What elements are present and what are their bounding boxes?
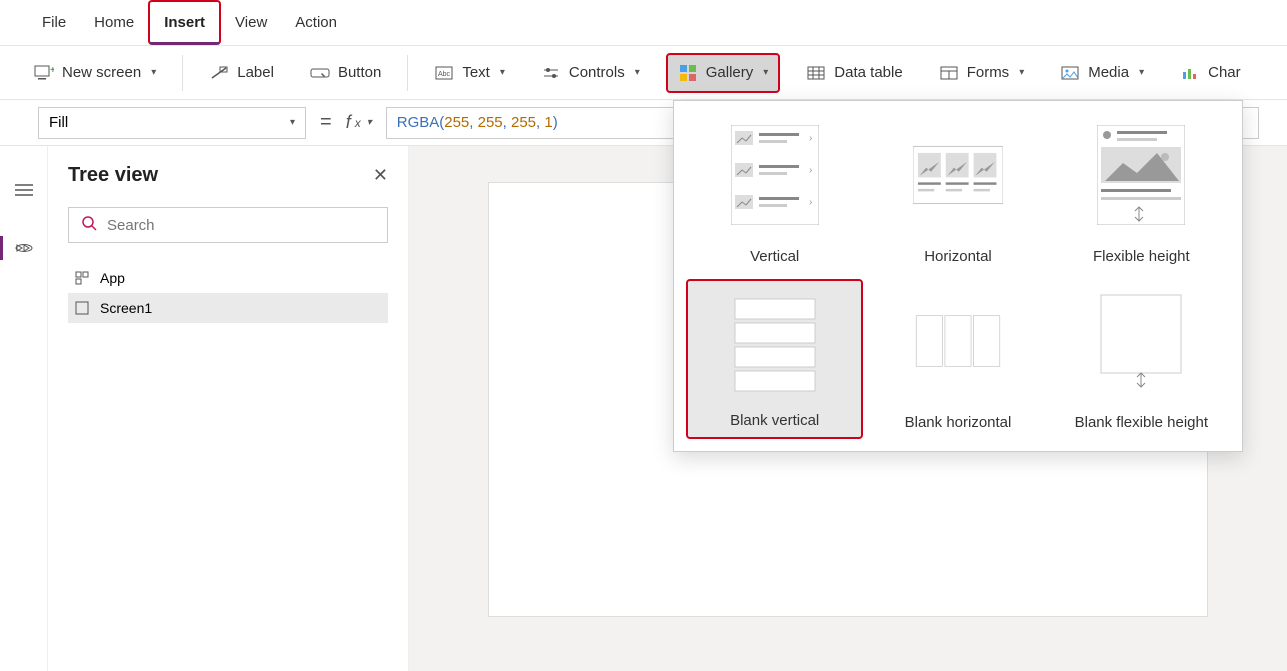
gallery-option-vertical[interactable]: › › › Vertical xyxy=(686,113,863,273)
button-icon xyxy=(310,63,330,83)
data-table-button[interactable]: Data table xyxy=(796,53,912,93)
gallery-option-label: Blank horizontal xyxy=(905,414,1012,431)
chevron-down-icon: ▾ xyxy=(151,67,156,78)
text-label: Text xyxy=(462,64,490,81)
svg-text:›: › xyxy=(809,133,812,144)
tree-item-label: App xyxy=(100,270,125,286)
search-box[interactable] xyxy=(68,207,388,243)
button-label: Button xyxy=(338,64,381,81)
data-table-icon xyxy=(806,63,826,83)
gallery-option-label: Flexible height xyxy=(1093,248,1190,265)
chevron-down-icon: ▾ xyxy=(1139,67,1144,78)
gallery-option-label: Blank flexible height xyxy=(1075,414,1208,431)
gallery-option-blank-flexible-height[interactable]: Blank flexible height xyxy=(1053,279,1230,439)
hamburger-icon[interactable] xyxy=(8,174,40,206)
thumbnail-blank-vertical xyxy=(730,293,820,393)
gallery-icon xyxy=(678,63,698,83)
text-button[interactable]: Abc Text ▾ xyxy=(424,53,515,93)
tree-view-title: Tree view xyxy=(68,164,158,187)
media-label: Media xyxy=(1088,64,1129,81)
chevron-down-icon: ▾ xyxy=(763,67,768,78)
svg-text:Abc: Abc xyxy=(438,71,451,78)
menu-view[interactable]: View xyxy=(221,0,281,45)
menu-home[interactable]: Home xyxy=(80,0,148,45)
chevron-down-icon: ▾ xyxy=(290,117,295,128)
separator xyxy=(407,55,408,91)
chevron-down-icon: ▾ xyxy=(1019,67,1024,78)
thumbnail-blank-flexible xyxy=(1096,291,1186,391)
gallery-option-label: Blank vertical xyxy=(730,412,819,429)
tree-view-icon[interactable] xyxy=(8,232,40,264)
chevron-down-icon: ▾ xyxy=(635,67,640,78)
forms-icon xyxy=(939,63,959,83)
tree-item-screen1[interactable]: Screen1 xyxy=(68,293,388,323)
equals-sign: = xyxy=(320,111,332,134)
label-label: Label xyxy=(237,64,274,81)
tree-item-app[interactable]: App xyxy=(68,263,388,293)
chevron-down-icon: ▾ xyxy=(367,117,372,128)
gallery-option-label: Vertical xyxy=(750,248,799,265)
menu-insert[interactable]: Insert xyxy=(148,0,221,45)
gallery-option-horizontal[interactable]: Horizontal xyxy=(869,113,1046,273)
chevron-down-icon: ▾ xyxy=(500,67,505,78)
data-table-label: Data table xyxy=(834,64,902,81)
search-icon xyxy=(81,215,97,236)
button-button[interactable]: Button xyxy=(300,53,391,93)
gallery-dropdown: › › › Vertical Horizontal xyxy=(673,100,1243,452)
charts-label: Char xyxy=(1208,64,1241,81)
screen-icon xyxy=(74,300,90,316)
svg-text:›: › xyxy=(809,165,812,176)
media-icon xyxy=(1060,63,1080,83)
gallery-button[interactable]: Gallery ▾ xyxy=(666,53,781,93)
new-screen-button[interactable]: + New screen ▾ xyxy=(24,53,166,93)
tree-view-panel: Tree view ✕ App Screen1 xyxy=(48,146,409,671)
new-screen-label: New screen xyxy=(62,64,141,81)
media-button[interactable]: Media ▾ xyxy=(1050,53,1154,93)
gallery-label: Gallery xyxy=(706,64,754,81)
tree-item-label: Screen1 xyxy=(100,300,152,316)
controls-label: Controls xyxy=(569,64,625,81)
gallery-option-flexible-height[interactable]: Flexible height xyxy=(1053,113,1230,273)
close-icon[interactable]: ✕ xyxy=(373,165,388,186)
gallery-option-blank-vertical[interactable]: Blank vertical xyxy=(686,279,863,439)
property-name: Fill xyxy=(49,114,68,131)
forms-button[interactable]: Forms ▾ xyxy=(929,53,1035,93)
thumbnail-horizontal xyxy=(913,125,1003,225)
svg-text:›: › xyxy=(809,197,812,208)
gallery-option-label: Horizontal xyxy=(924,248,992,265)
forms-label: Forms xyxy=(967,64,1010,81)
controls-icon xyxy=(541,63,561,83)
formula-function: RGBA xyxy=(397,114,440,131)
ribbon-toolbar: + New screen ▾ Label Button Abc Text ▾ C… xyxy=(0,46,1287,100)
search-input[interactable] xyxy=(107,217,375,234)
menu-action[interactable]: Action xyxy=(281,0,351,45)
thumbnail-vertical: › › › xyxy=(730,125,820,225)
property-selector[interactable]: Fill ▾ xyxy=(38,107,306,139)
label-button[interactable]: Label xyxy=(199,53,284,93)
controls-button[interactable]: Controls ▾ xyxy=(531,53,650,93)
menu-bar: File Home Insert View Action xyxy=(0,0,1287,46)
separator xyxy=(182,55,183,91)
new-screen-icon: + xyxy=(34,63,54,83)
charts-button[interactable]: Char xyxy=(1170,53,1251,93)
label-icon xyxy=(209,63,229,83)
text-icon: Abc xyxy=(434,63,454,83)
gallery-option-blank-horizontal[interactable]: Blank horizontal xyxy=(869,279,1046,439)
svg-text:+: + xyxy=(50,65,54,76)
menu-file[interactable]: File xyxy=(28,0,80,45)
left-rail xyxy=(0,146,48,671)
charts-icon xyxy=(1180,63,1200,83)
fx-button[interactable]: fx ▾ xyxy=(346,112,372,133)
app-icon xyxy=(74,270,90,286)
thumbnail-blank-horizontal xyxy=(913,291,1003,391)
thumbnail-flexible xyxy=(1096,125,1186,225)
